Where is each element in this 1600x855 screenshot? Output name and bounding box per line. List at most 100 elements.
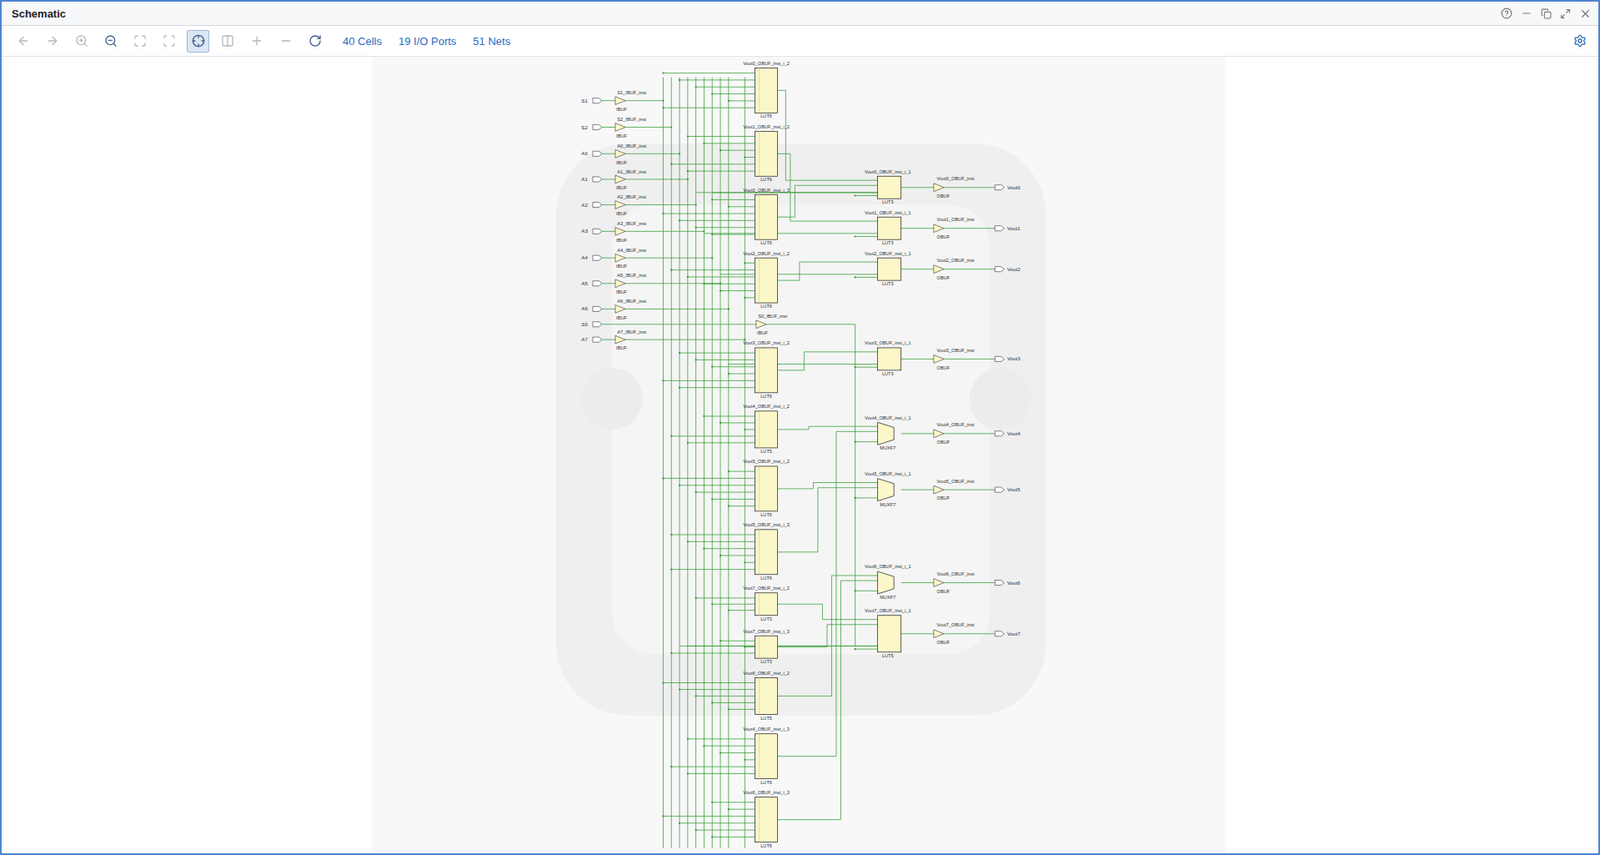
- lut-box[interactable]: [755, 733, 778, 779]
- ibuf-icon[interactable]: [615, 253, 626, 262]
- output-port[interactable]: Vout3_OBUF_instOBUFVout3: [933, 347, 1021, 371]
- stage2-cell[interactable]: Vout5_OBUF_inst_i_1MUXF7: [864, 471, 912, 507]
- output-port[interactable]: Vout5_OBUF_instOBUFVout5: [933, 478, 1021, 502]
- lut-box[interactable]: [755, 529, 778, 575]
- ibuf-icon[interactable]: [615, 149, 626, 158]
- lut-cell[interactable]: Vout4_OBUF_inst_i_2LUT5: [742, 403, 790, 454]
- input-port[interactable]: A7A7_IBUF_instIBUF: [581, 329, 647, 352]
- lut-box[interactable]: [877, 257, 902, 281]
- mux-shape[interactable]: [877, 478, 895, 502]
- output-port[interactable]: Vout4_OBUF_instOBUFVout4: [933, 421, 1021, 445]
- lut-box[interactable]: [755, 130, 778, 176]
- input-port[interactable]: S1S1_IBUF_instIBUF: [581, 90, 647, 112]
- ibuf-icon[interactable]: [615, 96, 626, 106]
- stage2-cell[interactable]: Vout7_OBUF_inst_i_1LUT5: [864, 607, 912, 658]
- output-port[interactable]: Vout6_OBUF_instOBUFVout6: [933, 571, 1021, 594]
- restore-icon[interactable]: [1540, 8, 1552, 20]
- collapse-button[interactable]: [274, 30, 297, 53]
- stat-link[interactable]: 51 Nets: [472, 35, 511, 48]
- lut-cell[interactable]: Vout4_OBUF_inst_i_3LUT6: [742, 726, 790, 785]
- expand-button[interactable]: [245, 30, 268, 53]
- ibuf-icon[interactable]: [615, 335, 626, 344]
- stat-link[interactable]: 40 Cells: [342, 35, 382, 48]
- ibuf-icon[interactable]: [615, 305, 626, 314]
- lut-box[interactable]: [755, 466, 778, 512]
- ibuf-icon[interactable]: [615, 200, 626, 210]
- lut-cell[interactable]: Vout0_OBUF_inst_i_2LUT6: [742, 60, 790, 120]
- obuf-icon[interactable]: [933, 578, 944, 587]
- obuf-icon[interactable]: [933, 485, 944, 494]
- output-port[interactable]: Vout2_OBUF_instOBUFVout2: [933, 257, 1021, 281]
- obuf-icon[interactable]: [933, 355, 944, 364]
- lut-box[interactable]: [755, 257, 778, 303]
- lut-cell[interactable]: Vout5_OBUF_inst_i_3LUT6: [742, 521, 790, 581]
- refresh-button[interactable]: [303, 30, 327, 53]
- stat-link[interactable]: 19 I/O Ports: [398, 35, 457, 48]
- lut-box[interactable]: [877, 615, 902, 653]
- output-port[interactable]: Vout7_OBUF_instOBUFVout7: [933, 621, 1021, 645]
- lut-box[interactable]: [755, 411, 778, 448]
- ibuf-icon[interactable]: [615, 123, 626, 132]
- stage2-cell[interactable]: Vout4_OBUF_inst_i_1MUXF7: [864, 415, 912, 452]
- ibuf-icon[interactable]: [615, 226, 626, 236]
- fit-selection-button[interactable]: [157, 30, 181, 53]
- lut-box[interactable]: [755, 592, 778, 616]
- maximize-icon[interactable]: [1559, 8, 1571, 20]
- minimize-icon[interactable]: [1520, 7, 1533, 20]
- settings-button[interactable]: [1569, 30, 1590, 51]
- close-icon[interactable]: [1579, 7, 1592, 21]
- lut-cell[interactable]: Vout1_OBUF_inst_i_2LUT6: [742, 124, 790, 183]
- input-port[interactable]: S2S2_IBUF_instIBUF: [581, 116, 647, 139]
- stage2-cell[interactable]: Vout0_OBUF_inst_i_1LUT3: [864, 169, 912, 206]
- input-port[interactable]: A3A3_IBUF_instIBUF: [581, 220, 647, 243]
- obuf-icon[interactable]: [933, 224, 944, 233]
- lut-box[interactable]: [755, 347, 778, 393]
- lut-box[interactable]: [755, 194, 778, 240]
- back-button[interactable]: [11, 30, 35, 53]
- ibuf-icon[interactable]: [615, 175, 626, 184]
- obuf-icon[interactable]: [933, 265, 944, 274]
- stage2-cell[interactable]: Vout6_OBUF_inst_i_1MUXF7: [864, 563, 912, 600]
- lut-box[interactable]: [877, 347, 902, 371]
- stage2-cell[interactable]: Vout2_OBUF_inst_i_1LUT3: [864, 250, 912, 287]
- schematic-canvas[interactable]: S1S1_IBUF_instIBUF S2S2_IBUF_instIBUF A0A0…: [1, 56, 1599, 853]
- input-port[interactable]: A6A6_IBUF_instIBUF: [581, 298, 647, 321]
- split-view-button[interactable]: [215, 30, 239, 53]
- input-port[interactable]: S0S0_IBUF_instIBUF: [581, 313, 788, 336]
- lut-cell[interactable]: Vout6_OBUF_inst_i_2LUT5: [742, 670, 790, 721]
- forward-button[interactable]: [40, 30, 64, 53]
- lut-cell[interactable]: Vout7_OBUF_inst_i_2LUT3: [742, 585, 790, 622]
- input-port[interactable]: A4A4_IBUF_instIBUF: [581, 247, 647, 270]
- lut-box[interactable]: [877, 175, 902, 199]
- output-port[interactable]: Vout1_OBUF_instOBUFVout1: [933, 216, 1021, 240]
- lut-box[interactable]: [877, 216, 902, 240]
- zoom-out-button[interactable]: [99, 30, 122, 53]
- lut-cell[interactable]: Vout2_OBUF_inst_i_2LUT6: [742, 250, 790, 310]
- input-port[interactable]: A0A0_IBUF_instIBUF: [581, 143, 647, 166]
- obuf-icon[interactable]: [933, 629, 944, 638]
- input-port[interactable]: A1A1_IBUF_instIBUF: [581, 169, 647, 191]
- input-port[interactable]: A5A5_IBUF_instIBUF: [581, 272, 647, 295]
- lut-box[interactable]: [755, 67, 778, 113]
- mux-shape[interactable]: [877, 421, 895, 445]
- stage2-cell[interactable]: Vout1_OBUF_inst_i_1LUT3: [864, 210, 912, 246]
- zoom-in-button[interactable]: [70, 30, 93, 53]
- lut-cell[interactable]: Vout3_OBUF_inst_i_2LUT6: [742, 340, 790, 399]
- mux-shape[interactable]: [877, 571, 895, 594]
- select-mode-button[interactable]: [186, 30, 210, 53]
- lut-cell[interactable]: Vout5_OBUF_inst_i_2LUT6: [742, 458, 790, 517]
- ibuf-icon[interactable]: [615, 279, 626, 288]
- input-port[interactable]: A2A2_IBUF_instIBUF: [581, 194, 647, 216]
- zoom-fit-button[interactable]: [128, 30, 151, 53]
- lut-box[interactable]: [755, 635, 778, 658]
- stage2-cell[interactable]: Vout3_OBUF_inst_i_1LUT3: [864, 340, 912, 377]
- output-port[interactable]: Vout0_OBUF_instOBUFVout0: [933, 175, 1021, 199]
- lut-box[interactable]: [755, 677, 778, 714]
- lut-cell[interactable]: Vout7_OBUF_inst_i_3LUT3: [742, 628, 790, 665]
- ibuf-icon[interactable]: [756, 320, 767, 329]
- lut-cell[interactable]: Vout6_OBUF_inst_i_3LUT6: [742, 789, 790, 848]
- lut-cell[interactable]: Vout0_OBUF_inst_i_3LUT6: [742, 187, 790, 246]
- obuf-icon[interactable]: [933, 183, 944, 192]
- obuf-icon[interactable]: [933, 429, 944, 438]
- help-icon[interactable]: [1500, 7, 1513, 20]
